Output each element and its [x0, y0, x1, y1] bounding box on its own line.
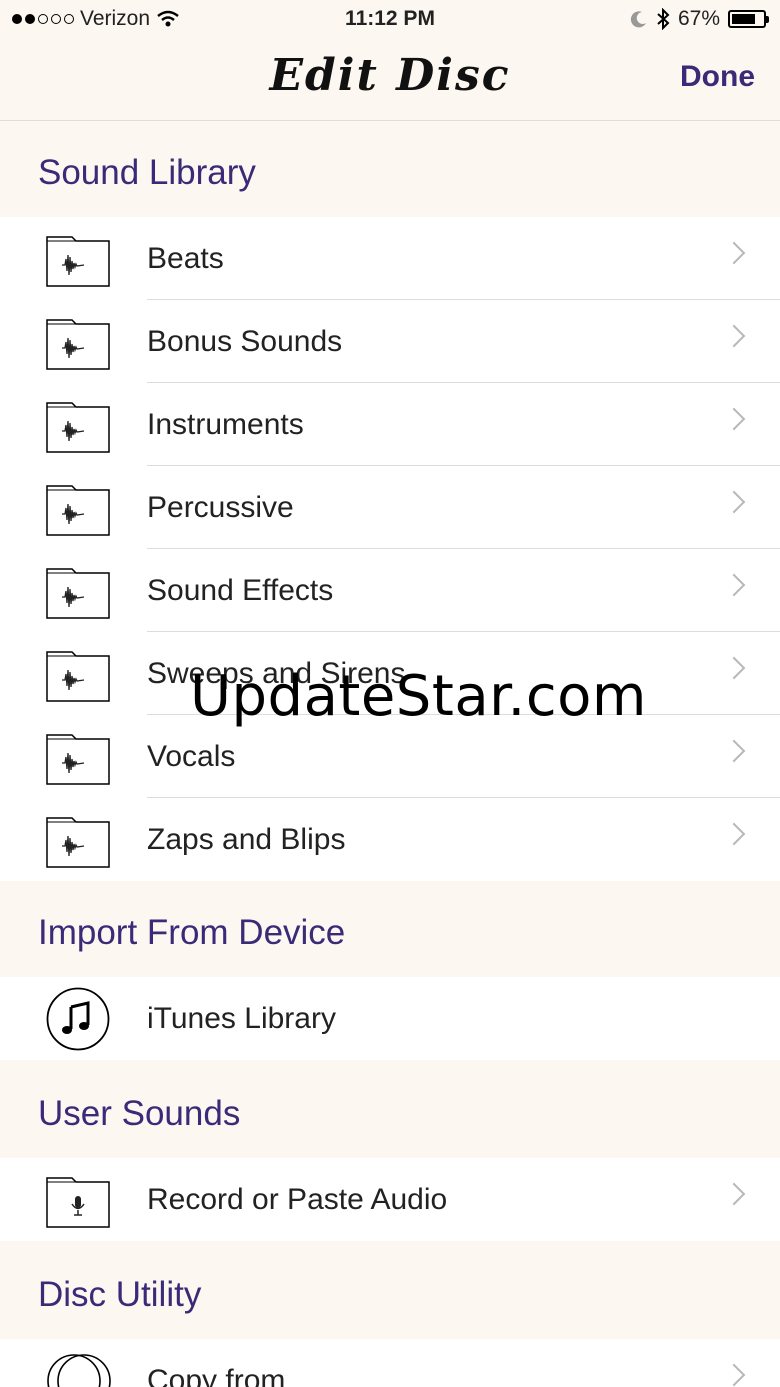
list-item-label: Bonus Sounds	[147, 325, 343, 358]
sound-folder-icon	[46, 568, 110, 619]
chevron-right-icon	[722, 490, 746, 514]
list-item-record-or-paste-audio[interactable]: Record or Paste Audio	[0, 1158, 780, 1241]
chevron-right-icon	[722, 241, 746, 265]
status-right-group: 67%	[630, 7, 769, 31]
section-header-disc-utility: Disc Utility	[38, 1275, 202, 1314]
page-title: Edit Disc	[269, 50, 511, 101]
list-item-sound-effects[interactable]: Sound Effects	[0, 549, 780, 632]
sound-folder-icon	[46, 485, 110, 536]
chevron-right-icon	[722, 822, 746, 846]
bluetooth-icon	[657, 8, 670, 30]
chevron-right-icon	[722, 739, 746, 763]
sound-folder-icon	[46, 402, 110, 453]
list-item-itunes-library[interactable]: iTunes Library	[0, 977, 780, 1060]
list-item-label: Sound Effects	[147, 574, 334, 607]
list-item-label: Percussive	[147, 491, 294, 524]
sound-folder-icon	[46, 651, 110, 702]
done-button[interactable]: Done	[680, 60, 755, 94]
copy-discs-icon	[47, 1354, 111, 1387]
list-item-label: Beats	[147, 242, 224, 275]
watermark: UpdateStar.com	[190, 664, 647, 729]
list-item-label: iTunes Library	[147, 1002, 336, 1035]
list-item-label: Copy from	[147, 1364, 286, 1387]
chevron-right-icon	[722, 407, 746, 431]
navigation-bar: Edit Disc Done	[0, 40, 780, 121]
section-header-sound-library: Sound Library	[38, 153, 256, 192]
list-item-beats[interactable]: Beats	[0, 217, 780, 300]
list-item-bonus-sounds[interactable]: Bonus Sounds	[0, 300, 780, 383]
battery-icon	[728, 10, 769, 28]
disc-utility-list: Copy from	[0, 1339, 780, 1387]
sound-folder-icon	[46, 817, 110, 868]
sound-folder-icon	[46, 734, 110, 785]
list-item-label: Zaps and Blips	[147, 823, 346, 856]
import-list: iTunes Library	[0, 977, 780, 1060]
user-sounds-list: Record or Paste Audio	[0, 1158, 780, 1241]
list-item-zaps-and-blips[interactable]: Zaps and Blips	[0, 798, 780, 881]
chevron-right-icon	[722, 1182, 746, 1206]
sound-library-list: Beats Bonus Sounds Instruments Percussiv…	[0, 217, 780, 881]
microphone-folder-icon	[46, 1177, 110, 1228]
status-bar: Verizon 11:12 PM 67%	[0, 0, 780, 40]
chevron-right-icon	[722, 573, 746, 597]
list-item-label: Instruments	[147, 408, 304, 441]
list-item-instruments[interactable]: Instruments	[0, 383, 780, 466]
sound-folder-icon	[46, 319, 110, 370]
moon-icon	[630, 11, 646, 28]
chevron-right-icon	[722, 656, 746, 680]
sound-folder-icon	[46, 236, 110, 287]
list-item-copy-from[interactable]: Copy from	[0, 1339, 780, 1387]
list-item-percussive[interactable]: Percussive	[0, 466, 780, 549]
section-header-user-sounds: User Sounds	[38, 1094, 241, 1133]
chevron-right-icon	[722, 1363, 746, 1387]
list-item-label: Record or Paste Audio	[147, 1183, 448, 1216]
chevron-right-icon	[722, 324, 746, 348]
music-note-icon	[46, 987, 110, 1051]
section-header-import-from-device: Import From Device	[38, 913, 346, 952]
battery-percent: 67%	[677, 7, 720, 30]
